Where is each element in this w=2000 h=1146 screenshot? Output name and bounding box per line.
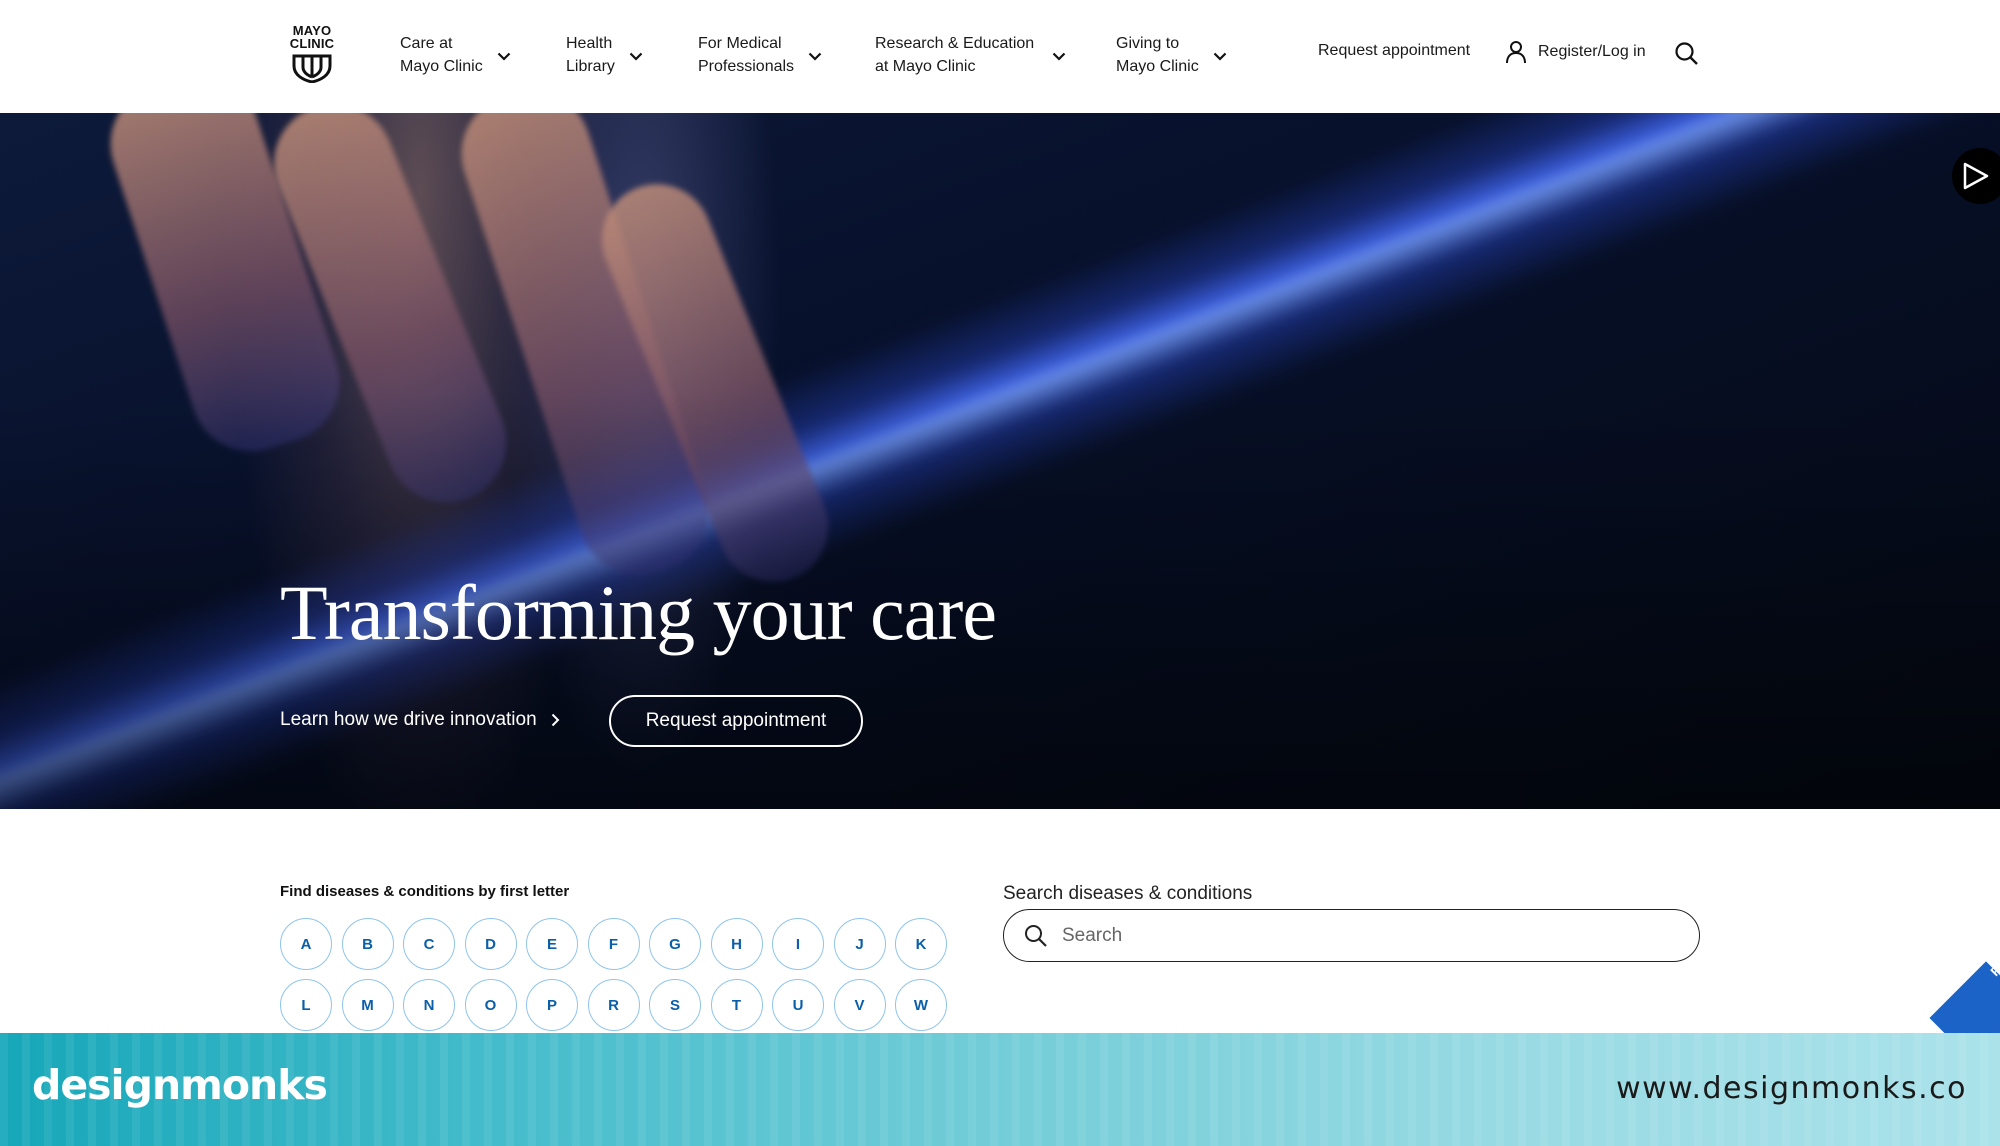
nav-label: Giving to Mayo Clinic [1116,35,1199,75]
letter-link[interactable]: V [833,979,886,1031]
register-login-label: Register/Log in [1538,43,1646,60]
play-icon [1963,162,1989,190]
designmonks-logo: designmonks [32,1061,328,1109]
letter-link[interactable]: O [464,979,517,1031]
letter-link[interactable]: A [280,918,332,970]
register-login-link[interactable]: Register/Log in [1505,40,1646,64]
search-diseases-field[interactable] [1003,909,1700,962]
letter-link[interactable]: C [403,918,455,970]
nav-giving-to-mayo-clinic[interactable]: Giving to Mayo Clinic [1116,32,1227,78]
letter-link[interactable]: M [341,979,394,1031]
letter-link[interactable]: U [772,979,824,1031]
hero-banner: Transforming your care Learn how we driv… [0,113,2000,809]
designmonks-banner: designmonks www.designmonks.co [0,1033,2000,1146]
letter-link[interactable]: I [772,918,824,970]
hero-title: Transforming your care [280,569,997,656]
search-icon [1675,42,1698,65]
search-button[interactable] [1674,41,1700,67]
chevron-down-icon [497,52,510,61]
letter-link[interactable]: K [895,918,947,970]
letter-link[interactable]: D [464,918,517,970]
letter-link[interactable]: J [833,918,886,970]
request-appointment-link[interactable]: Request appointment [1318,42,1470,60]
search-diseases-input[interactable] [1060,923,1664,948]
nav-for-medical-professionals[interactable]: For Medical Professionals [698,32,822,78]
logo-text: MAYO CLINIC [289,23,335,51]
request-appointment-label: Request appointment [1318,42,1471,59]
site-header: MAYO CLINIC Care at Mayo Clinic Health L… [0,0,2000,113]
letter-link[interactable]: W [895,979,947,1031]
chevron-down-icon [629,52,643,61]
letter-link[interactable]: F [587,918,640,970]
chevron-down-icon [1052,52,1066,61]
user-icon [1506,41,1526,64]
learn-innovation-label: Learn how we drive innovation [280,709,537,730]
nav-label: Care at Mayo Clinic [400,35,483,75]
letter-grid: A B C D E F G H I J K L M N O P R S T U … [280,918,960,1031]
nav-label: Health Library [566,35,615,75]
nav-health-library[interactable]: Health Library [566,32,643,78]
letter-link[interactable]: H [710,918,763,970]
feedback-label: Feedback [1987,961,2000,979]
letter-link[interactable]: N [403,979,455,1031]
letter-link[interactable]: S [649,979,701,1031]
hero-shade [0,113,2000,809]
hero-request-appointment-button[interactable]: Request appointment [609,695,863,747]
hero-request-appointment-label: Request appointment [645,710,827,731]
chevron-right-icon [551,713,560,727]
chevron-down-icon [808,52,822,61]
search-icon [1025,924,1047,947]
letter-link[interactable]: E [526,918,578,970]
letter-link[interactable]: P [526,979,578,1031]
letter-link[interactable]: R [587,979,640,1031]
play-video-button[interactable] [1952,148,2000,204]
nav-research-education[interactable]: Research & Education at Mayo Clinic [875,32,1066,78]
letter-link[interactable]: G [649,918,701,970]
learn-innovation-link[interactable]: Learn how we drive innovation [280,709,560,731]
letter-link[interactable]: T [710,979,763,1031]
letter-link[interactable]: L [280,979,332,1031]
shield-logo-icon [292,54,332,83]
mayo-clinic-logo[interactable]: MAYO CLINIC [282,24,342,90]
nav-label: Research & Education at Mayo Clinic [875,35,1035,75]
designmonks-url: www.designmonks.co [1616,1071,1967,1106]
nav-label: For Medical Professionals [698,35,795,75]
nav-care-at-mayo-clinic[interactable]: Care at Mayo Clinic [400,32,511,78]
chevron-down-icon [1213,52,1226,61]
find-by-letter-heading: Find diseases & conditions by first lett… [280,883,570,900]
search-diseases-label: Search diseases & conditions [1003,883,1253,904]
letter-link[interactable]: B [341,918,394,970]
